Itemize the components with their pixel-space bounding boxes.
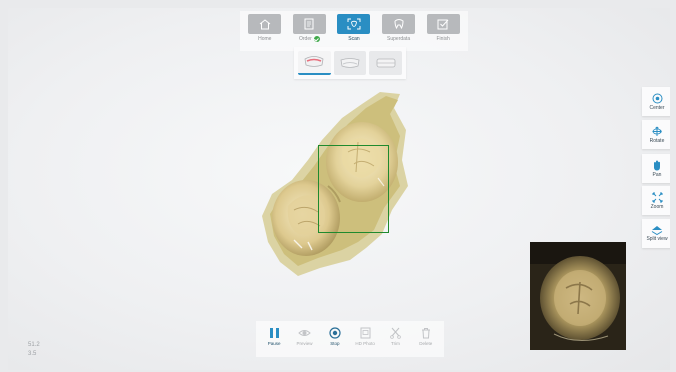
trim-label: Trim: [391, 341, 400, 346]
preview-label: Preview: [296, 341, 313, 346]
preview-button[interactable]: Preview: [290, 324, 318, 354]
center-button[interactable]: Center: [642, 87, 670, 116]
scan-toolbar: Pause Preview Stop HD Photo Trim Delete: [256, 321, 444, 357]
split-view-label: Split view: [646, 236, 668, 242]
lower-jaw-button[interactable]: [333, 51, 367, 75]
hand-icon: [654, 160, 660, 170]
zoom-button[interactable]: Zoom: [642, 186, 670, 215]
target-icon: [652, 93, 662, 103]
pause-button[interactable]: Pause: [260, 324, 288, 354]
camera-feed-image: [530, 242, 626, 350]
split-view-button[interactable]: Split view: [642, 219, 670, 248]
step-scan-label: Scan: [348, 36, 360, 42]
scan-icon: [337, 14, 371, 34]
readout-line-2: 3.5: [28, 351, 37, 357]
stop-label: Stop: [330, 341, 340, 346]
hd-photo-button[interactable]: HD Photo: [351, 324, 379, 354]
trash-icon: [421, 328, 430, 339]
delete-label: Delete: [419, 341, 433, 346]
scan-type-selector: [294, 47, 406, 79]
bite-icon: [376, 58, 396, 68]
live-camera-preview: [530, 242, 626, 350]
hd-photo-label: HD Photo: [355, 341, 375, 346]
workflow-steps: Home Order Scan Superdata Finish: [240, 11, 468, 51]
step-finish-label: Finish: [436, 36, 450, 42]
step-superdata-label: Superdata: [387, 36, 411, 42]
photo-icon: [360, 327, 371, 339]
upper-jaw-icon: [304, 56, 324, 67]
zoom-label: Zoom: [650, 203, 664, 210]
step-scan[interactable]: Scan: [333, 14, 375, 48]
check-icon: [313, 36, 320, 42]
scan-focus-box: [318, 145, 389, 233]
scan-readout: 51.2 3.5: [28, 341, 40, 359]
scan-viewport[interactable]: Home Order Scan Superdata Finish Center …: [8, 8, 670, 370]
pan-button[interactable]: Pan: [642, 154, 670, 183]
home-icon: [248, 14, 282, 34]
pause-icon: [269, 328, 279, 338]
bite-button[interactable]: [369, 51, 403, 75]
step-home[interactable]: Home: [244, 14, 286, 48]
zoom-icon: [652, 192, 662, 202]
step-order[interactable]: Order: [289, 14, 331, 48]
pan-label: Pan: [652, 171, 662, 178]
center-label: Center: [649, 104, 665, 111]
readout-line-1: 51.2: [28, 342, 40, 348]
order-icon: [292, 14, 326, 34]
step-superdata[interactable]: Superdata: [378, 14, 420, 48]
delete-button[interactable]: Delete: [412, 324, 440, 354]
finish-icon: [426, 14, 460, 34]
step-order-label: Order: [299, 36, 312, 42]
lower-jaw-icon: [340, 58, 360, 68]
pause-label: Pause: [267, 341, 281, 346]
step-finish[interactable]: Finish: [422, 14, 464, 48]
rotate-button[interactable]: Rotate: [642, 120, 670, 149]
stop-icon: [329, 327, 341, 339]
rotate-label: Rotate: [649, 137, 665, 144]
upper-jaw-button[interactable]: [298, 51, 331, 75]
scissors-icon: [390, 327, 401, 339]
eye-icon: [298, 330, 311, 336]
stop-button[interactable]: Stop: [321, 324, 349, 354]
trim-button[interactable]: Trim: [381, 324, 409, 354]
split-view-icon: [651, 226, 663, 235]
rotate-icon: [652, 126, 662, 136]
tooth-icon: [382, 14, 416, 34]
step-home-label: Home: [258, 36, 272, 42]
